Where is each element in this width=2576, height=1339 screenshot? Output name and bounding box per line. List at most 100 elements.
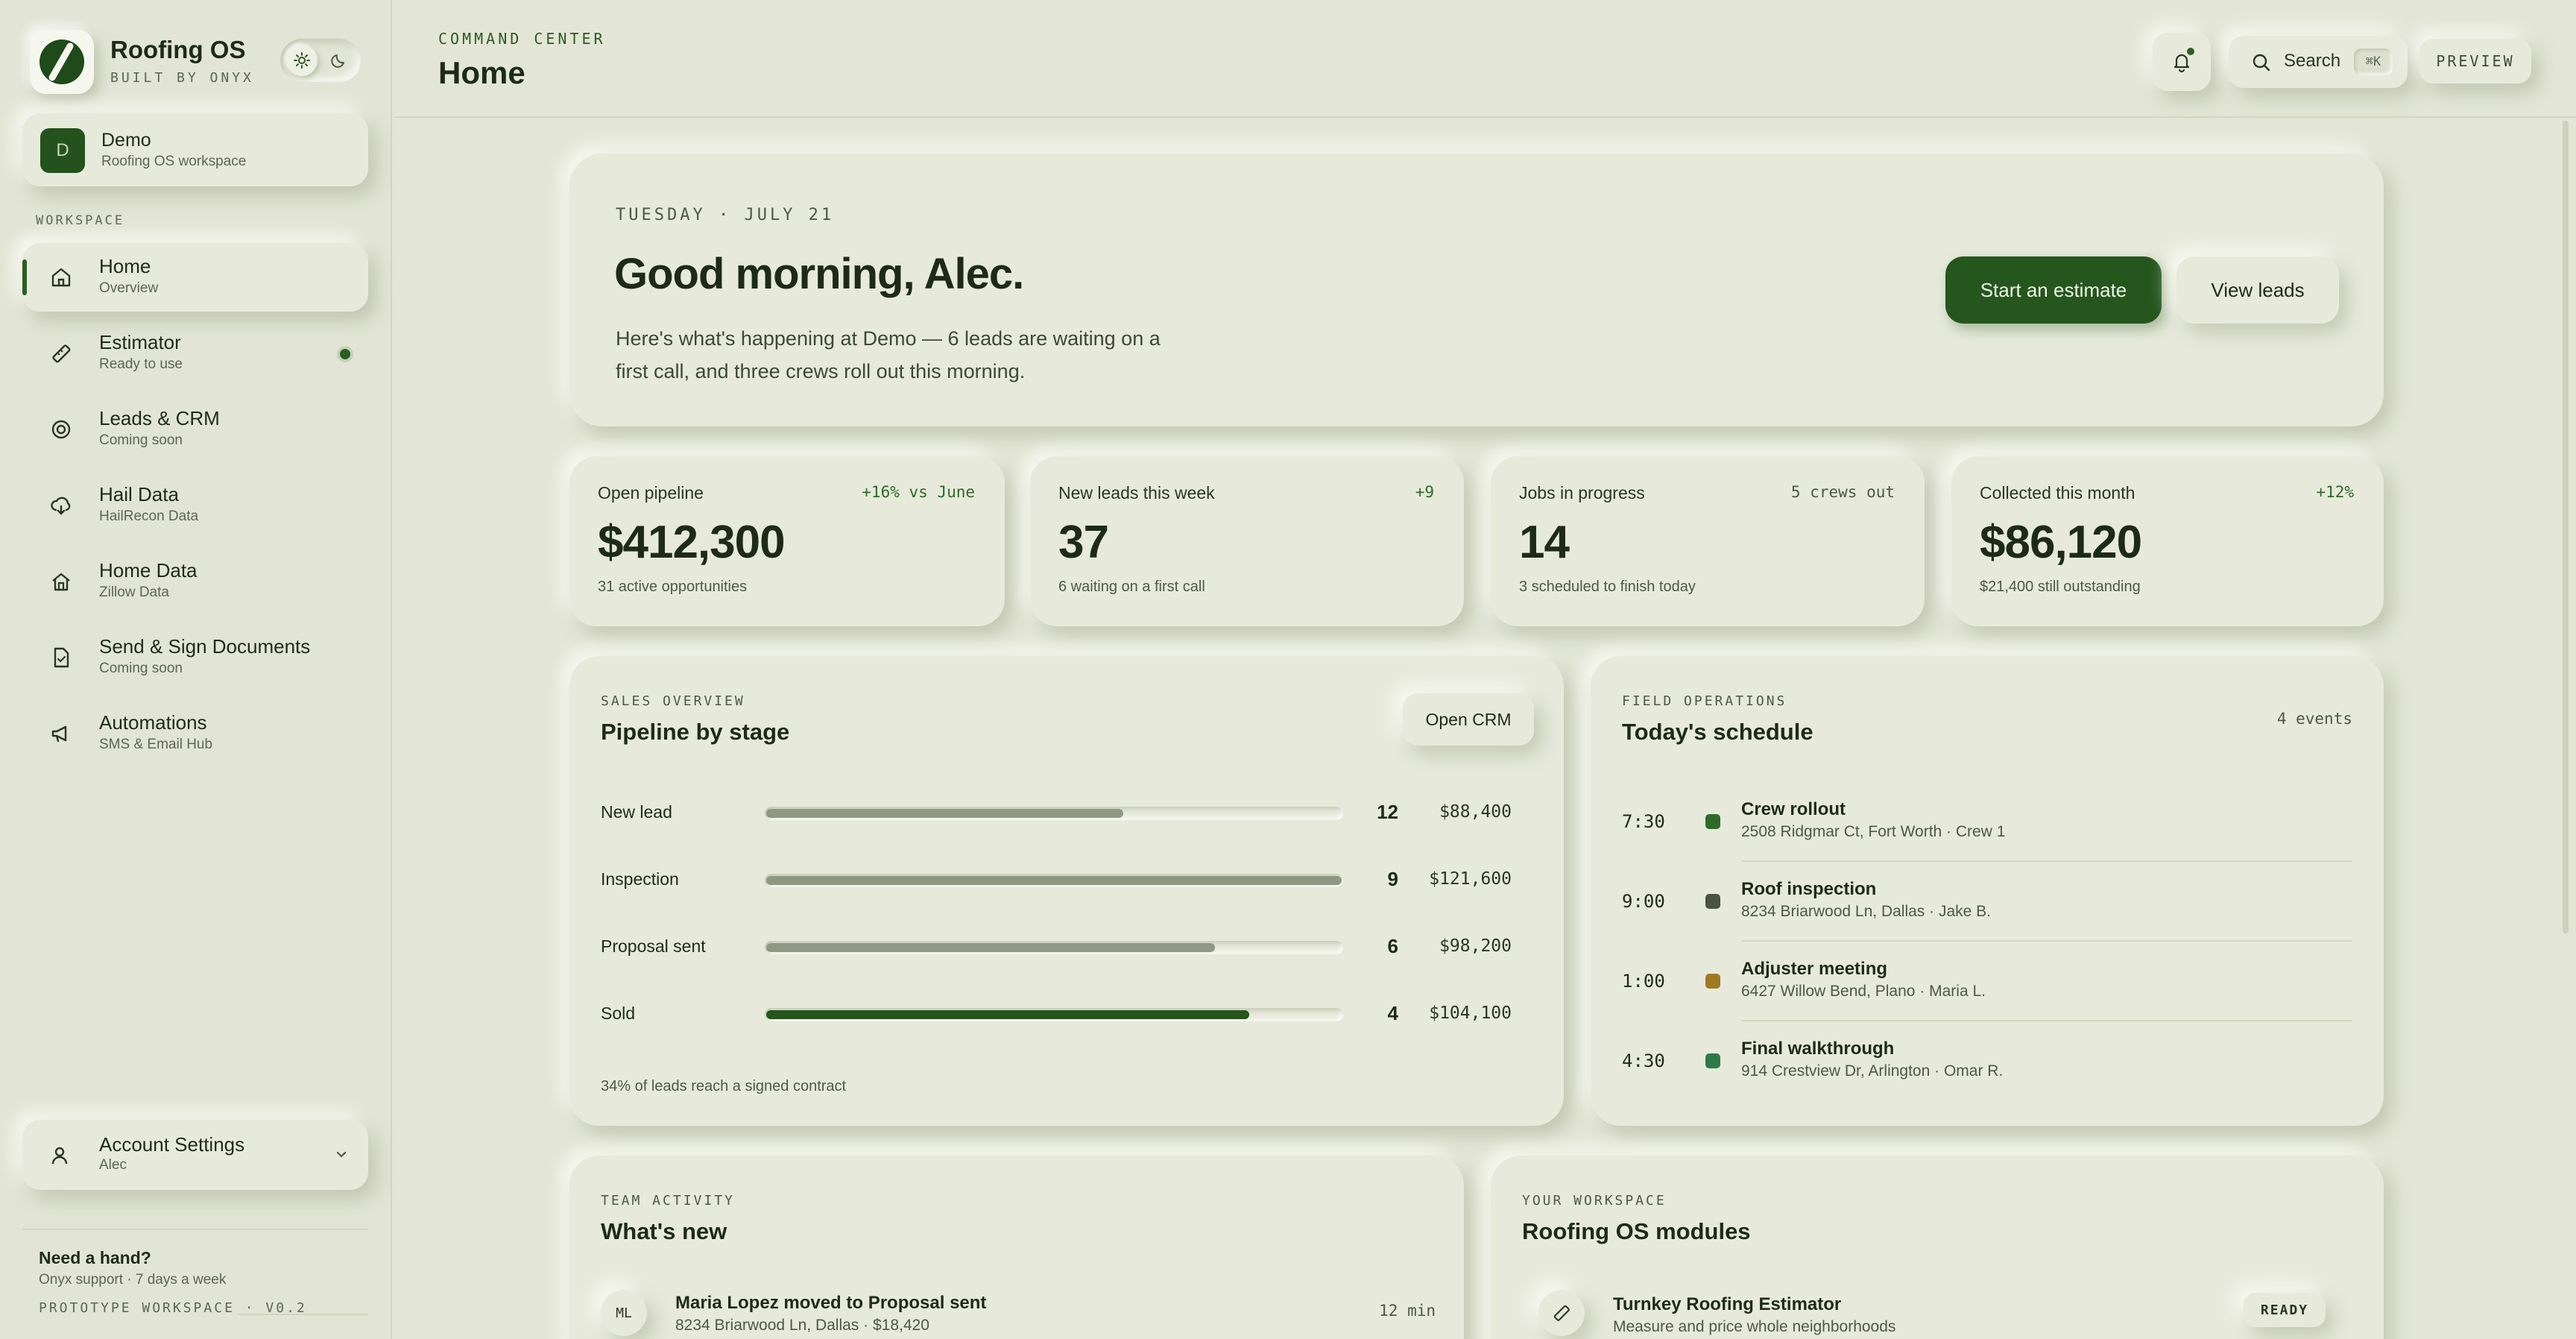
house-icon [46,567,76,596]
sidebar-item-label: Automations [99,711,207,734]
search-button[interactable]: Search ⌘K [2229,36,2408,88]
sidebar-item-sub: HailRecon Data [99,508,199,524]
open-crm-button[interactable]: Open CRM [1403,693,1534,746]
stat-delta: +9 [1415,483,1434,501]
stage-amount: $121,600 [1429,869,1512,889]
event-title: Crew rollout [1741,799,1846,819]
stage-amount: $104,100 [1429,1004,1512,1023]
breadcrumb: COMMAND CENTER [438,30,606,48]
stage-name: Inspection [601,869,679,889]
stage-amount: $88,400 [1439,802,1512,822]
pipeline-panel: SALES OVERVIEW Pipeline by stage Open CR… [569,656,1564,1126]
stage-name: Sold [601,1004,636,1023]
stage-bar [765,1008,1343,1021]
sidebar-item-home-data[interactable]: Home Data Zillow Data [22,547,368,616]
sidebar-item-sub: Zillow Data [99,585,169,600]
stage-count: 6 [1387,935,1398,957]
search-label: Search [2284,51,2341,71]
brand-title: Roofing OS [110,36,246,63]
event-color-dot [1705,1053,1720,1068]
workspace-switcher[interactable]: D Demo Roofing OS workspace [22,113,368,186]
stat-card-open-pipeline[interactable]: Open pipeline +16% vs June $412,300 31 a… [569,456,1005,626]
stage-count: 12 [1377,801,1398,823]
stage-bar-fill [766,1010,1250,1019]
stat-card-collected[interactable]: Collected this month +12% $86,120 $21,40… [1951,456,2384,626]
event-time: 7:30 [1622,811,1665,832]
avatar: ML [601,1290,647,1336]
stat-label: Open pipeline [598,483,704,502]
view-leads-button[interactable]: View leads [2176,256,2339,324]
stage-row[interactable]: New lead 12 $88,400 [601,798,1540,828]
panel-kicker: SALES OVERVIEW [601,693,745,709]
event-subtitle: 8234 Briarwood Ln, Dallas · Jake B. [1741,903,1992,920]
activity-item[interactable]: ML Maria Lopez moved to Proposal sent 82… [601,1290,1436,1339]
target-icon [46,415,76,444]
ruler-icon [1538,1290,1585,1336]
activity-time: 12 min [1379,1302,1436,1320]
start-estimate-button[interactable]: Start an estimate [1945,256,2162,324]
sidebar-item-automations[interactable]: Automations SMS & Email Hub [22,699,368,768]
module-item[interactable]: Turnkey Roofing Estimator Measure and pr… [1538,1290,2358,1339]
stat-card-jobs-in-progress[interactable]: Jobs in progress 5 crews out 14 3 schedu… [1491,456,1925,626]
stage-row[interactable]: Proposal sent 6 $98,200 [601,932,1540,962]
schedule-item[interactable]: 7:30 Crew rollout 2508 Ridgmar Ct, Fort … [1622,783,2352,862]
workspace-subtitle: Roofing OS workspace [101,154,247,169]
top-bar: COMMAND CENTER Home Search ⌘K PREVIEW [394,0,2576,118]
stat-value: $86,120 [1980,517,2142,568]
preview-button[interactable]: PREVIEW [2419,39,2531,84]
schedule-item[interactable]: 4:30 Final walkthrough 914 Crestview Dr,… [1622,1022,2352,1101]
sidebar-item-leads-crm[interactable]: Leads & CRM Coming soon [22,395,368,464]
ready-badge [340,349,350,359]
activity-subtitle: 8234 Briarwood Ln, Dallas · $18,420 [675,1317,929,1334]
sun-icon[interactable] [286,45,318,76]
stage-name: Proposal sent [601,936,706,956]
module-subtitle: Measure and price whole neighborhoods [1613,1318,1896,1335]
sidebar-item-label: Home [99,255,151,277]
stage-row[interactable]: Inspection 9 $121,600 [601,865,1540,895]
schedule-item[interactable]: 1:00 Adjuster meeting 6427 Willow Bend, … [1622,942,2352,1021]
megaphone-icon [46,719,76,749]
search-icon [2251,52,2272,77]
schedule-item[interactable]: 9:00 Roof inspection 8234 Briarwood Ln, … [1622,863,2352,942]
sidebar-item-hail-data[interactable]: Hail Data HailRecon Data [22,471,368,540]
sidebar-item-sub: Coming soon [99,661,183,676]
active-indicator [22,259,27,295]
sidebar-item-home[interactable]: Home Overview [22,243,368,312]
sidebar-item-send-sign-documents[interactable]: Send & Sign Documents Coming soon [22,623,368,692]
panel-kicker: YOUR WORKSPACE [1522,1193,1667,1209]
stat-subtitle: $21,400 still outstanding [1980,579,2141,595]
notifications-button[interactable] [2153,33,2211,91]
event-time: 4:30 [1622,1050,1665,1071]
hero-message: Here's what's happening at Demo — 6 lead… [616,327,1161,382]
modules-panel: YOUR WORKSPACE Roofing OS modules Turnke… [1491,1156,2384,1339]
sidebar-item-estimator[interactable]: Estimator Ready to use [22,319,368,388]
event-title: Roof inspection [1741,879,1877,899]
notification-dot [2185,46,2196,57]
account-settings[interactable]: Account Settings Alec [22,1120,368,1190]
activity-title: Maria Lopez moved to Proposal sent [675,1293,987,1313]
user-icon [45,1141,75,1171]
sidebar-item-label: Send & Sign Documents [99,635,311,658]
document-icon [46,643,76,672]
scrollbar[interactable] [2563,121,2569,933]
stat-label: Collected this month [1980,483,2135,502]
status-badge: READY [2244,1293,2326,1327]
page-title: Home [438,55,525,90]
stat-subtitle: 3 scheduled to finish today [1519,579,1696,595]
help-title: Need a hand? [39,1248,151,1267]
moon-icon[interactable] [326,48,352,73]
ruler-icon [46,338,76,368]
stat-delta: +12% [2316,483,2354,501]
hero-date: TUESDAY · JULY 21 [616,206,835,224]
chevron-down-icon[interactable] [334,1147,349,1165]
theme-toggle[interactable] [280,39,361,82]
stage-count: 4 [1387,1002,1398,1024]
greeting: Good morning, Alec. [614,250,1024,298]
stat-card-new-leads[interactable]: New leads this week +9 37 6 waiting on a… [1030,456,1464,626]
brand-logo[interactable] [30,30,94,94]
panel-title: Pipeline by stage [601,719,790,745]
panel-title: What's new [601,1218,727,1244]
divider [1741,940,2352,942]
stat-subtitle: 31 active opportunities [598,579,748,595]
stage-row[interactable]: Sold 4 $104,100 [601,999,1540,1029]
